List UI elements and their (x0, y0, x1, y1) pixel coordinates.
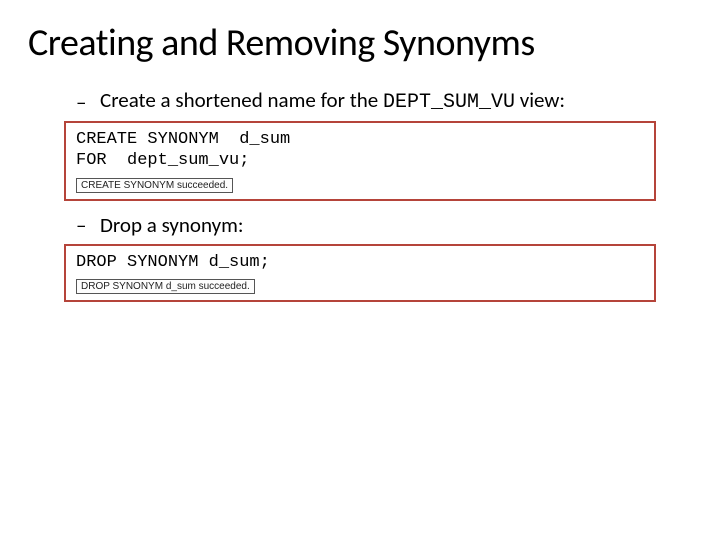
slide-title: Creating and Removing Synonyms (28, 20, 692, 66)
bullet-text-post: view: (515, 87, 565, 113)
code-box-create: CREATE SYNONYM d_sum FOR dept_sum_vu; CR… (64, 121, 656, 201)
sql-code: DROP SYNONYM d_sum; (76, 252, 644, 273)
code-box-drop: DROP SYNONYM d_sum; DROP SYNONYM d_sum s… (64, 244, 656, 302)
bullet-dash-icon: – (76, 213, 94, 238)
bullet-text: Create a shortened name for the DEPT_SUM… (100, 88, 565, 115)
bullet-item-2: – Drop a synonym: (76, 213, 692, 238)
bullet-dash-icon: – (76, 90, 94, 115)
bullet-text-code: DEPT_SUM_VU (383, 91, 515, 114)
sql-result: DROP SYNONYM d_sum succeeded. (76, 279, 255, 294)
bullet-item-1: – Create a shortened name for the DEPT_S… (76, 88, 692, 115)
bullet-text: Drop a synonym: (100, 213, 244, 238)
bullet-text-pre: Create a shortened name for the (100, 87, 383, 113)
sql-result: CREATE SYNONYM succeeded. (76, 178, 233, 193)
sql-code: CREATE SYNONYM d_sum FOR dept_sum_vu; (76, 129, 644, 172)
